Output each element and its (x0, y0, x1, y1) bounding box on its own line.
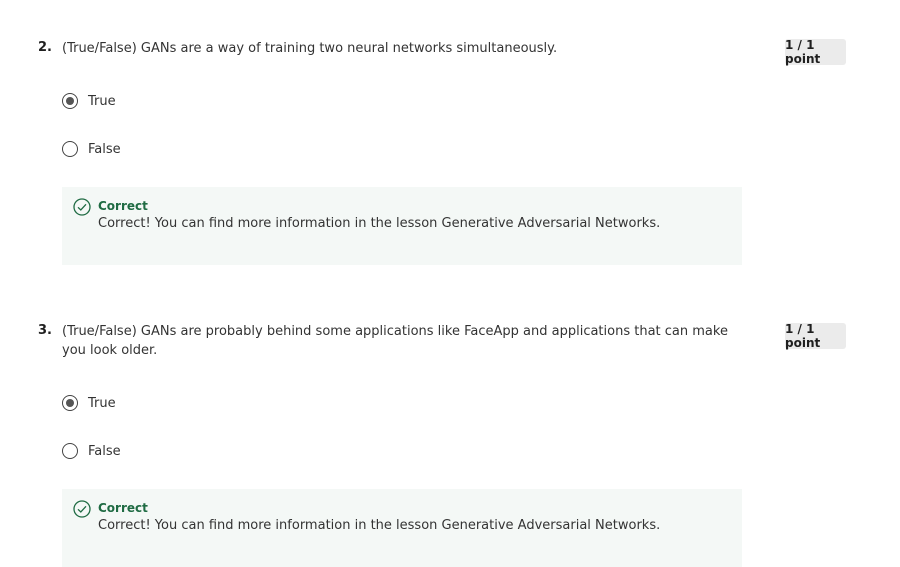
question-number: 3. (38, 323, 52, 338)
question-text: (True/False) GANs are a way of training … (62, 41, 558, 56)
radio-button-selected[interactable] (62, 93, 78, 109)
feedback-text: Correct! You can find more information i… (98, 216, 661, 231)
points-badge: 1 / 1 point (785, 322, 846, 350)
option-label: False (88, 141, 121, 157)
feedback-box: Correct Correct! You can find more infor… (62, 187, 742, 265)
feedback-box: Correct Correct! You can find more infor… (62, 489, 742, 567)
feedback-text: Correct! You can find more information i… (98, 518, 661, 533)
option-true[interactable]: True (62, 91, 116, 111)
check-circle-icon (73, 500, 91, 518)
option-label: True (88, 395, 116, 411)
option-false[interactable]: False (62, 441, 121, 461)
points-badge: 1 / 1 point (785, 38, 846, 66)
quiz-page: 2. (True/False) GANs are a way of traini… (0, 0, 900, 567)
question-text: (True/False) GANs are probably behind so… (62, 324, 728, 358)
option-label: False (88, 443, 121, 459)
feedback-title: Correct (98, 199, 148, 213)
option-false[interactable]: False (62, 139, 121, 159)
check-circle-icon (73, 198, 91, 216)
radio-button-selected[interactable] (62, 395, 78, 411)
radio-button[interactable] (62, 443, 78, 459)
radio-button[interactable] (62, 141, 78, 157)
question-number: 2. (38, 40, 52, 55)
option-true[interactable]: True (62, 393, 116, 413)
feedback-title: Correct (98, 501, 148, 515)
option-label: True (88, 93, 116, 109)
